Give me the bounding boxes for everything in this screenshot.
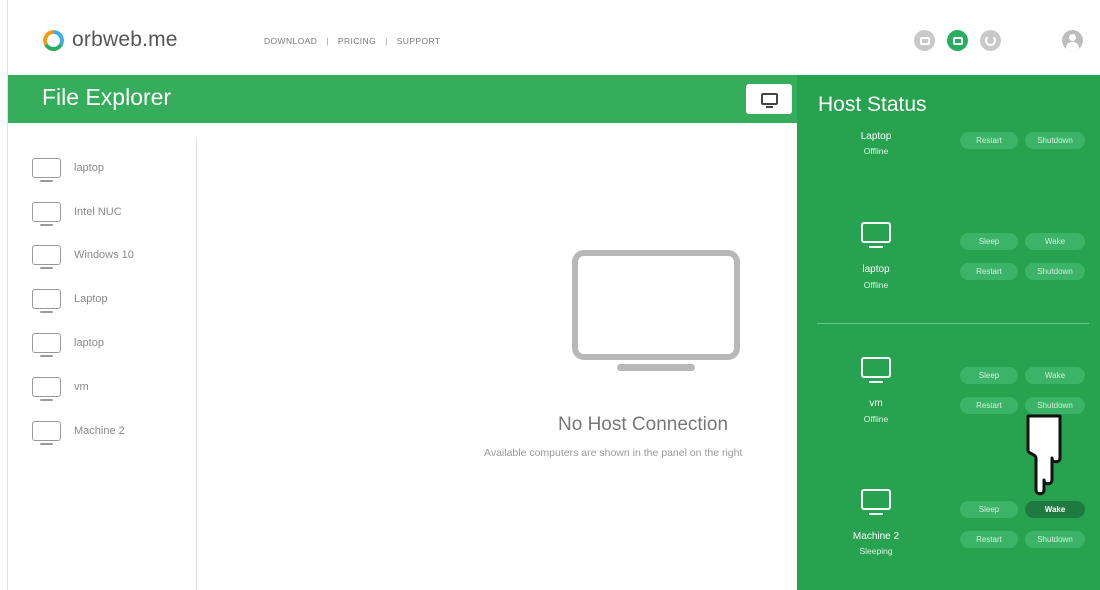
large-monitor-icon — [572, 250, 740, 360]
shutdown-button[interactable]: Shutdown — [1025, 263, 1085, 280]
host-name: Machine 2 — [852, 531, 900, 542]
host-status: Offline — [863, 146, 889, 156]
host-name: vm — [869, 398, 883, 409]
host-label: Windows 10 — [74, 249, 134, 261]
shutdown-button[interactable]: Shutdown — [1025, 132, 1085, 149]
top-nav: DOWNLOAD | PRICING | SUPPORT — [264, 36, 440, 46]
host-status-toggle-button[interactable] — [746, 84, 792, 114]
host-label: laptop — [74, 162, 104, 174]
sleep-button[interactable]: Sleep — [960, 501, 1018, 518]
restart-button[interactable]: Restart — [960, 397, 1018, 414]
orbweb-logo-icon — [43, 29, 64, 51]
nav-pricing-link[interactable]: PRICING — [338, 36, 376, 46]
brand-logo[interactable]: orbweb.me — [43, 28, 178, 52]
wake-button[interactable]: Wake — [1025, 501, 1085, 518]
monitor-icon — [32, 245, 61, 269]
monitor-icon — [861, 357, 891, 383]
sleep-button[interactable]: Sleep — [960, 233, 1018, 250]
wake-button[interactable]: Wake — [1025, 233, 1085, 250]
settings-icon[interactable] — [980, 30, 1001, 51]
user-icon[interactable] — [1062, 30, 1083, 51]
monitor-icon — [32, 333, 61, 357]
restart-button[interactable]: Restart — [960, 132, 1018, 149]
restart-button[interactable]: Restart — [960, 531, 1018, 548]
restart-button[interactable]: Restart — [960, 263, 1018, 280]
brand-name: orbweb.me — [72, 28, 178, 51]
monitor-icon — [32, 289, 61, 313]
shutdown-button[interactable]: Shutdown — [1025, 397, 1085, 414]
sleep-button[interactable]: Sleep — [960, 367, 1018, 384]
host-status: Offline — [863, 414, 889, 424]
top-bar: orbweb.me DOWNLOAD | PRICING | SUPPORT — [8, 0, 1100, 75]
panel-title: Host Status — [818, 93, 927, 116]
host-label: Machine 2 — [74, 425, 125, 437]
nav-separator: | — [385, 36, 388, 46]
empty-state-title: No Host Connection — [558, 414, 729, 435]
sidebar-host-item[interactable]: laptop — [32, 333, 104, 357]
sidebar-host-item[interactable]: vm — [32, 377, 89, 401]
empty-state-subtitle: Available computers are shown in the pan… — [484, 447, 743, 459]
host-status: Sleeping — [859, 546, 893, 556]
host-label: vm — [74, 381, 89, 393]
file-explorer-icon[interactable] — [947, 30, 968, 51]
sidebar-host-item[interactable]: Machine 2 — [32, 421, 125, 445]
sidebar-host-item[interactable]: Windows 10 — [32, 245, 134, 269]
shutdown-button[interactable]: Shutdown — [1025, 531, 1085, 548]
wake-button[interactable]: Wake — [1025, 367, 1085, 384]
app-switcher — [914, 30, 1013, 51]
sidebar-host-item[interactable]: laptop — [32, 158, 104, 182]
host-label: Intel NUC — [74, 206, 122, 218]
monitor-icon — [32, 377, 61, 401]
monitor-stand — [617, 364, 695, 371]
monitor-icon — [32, 202, 61, 226]
host-name: Laptop — [860, 131, 892, 142]
nav-support-link[interactable]: SUPPORT — [397, 36, 441, 46]
monitor-icon — [32, 421, 61, 445]
remote-desktop-icon[interactable] — [914, 30, 935, 51]
monitor-icon — [32, 158, 61, 182]
monitor-icon — [760, 93, 778, 108]
page-title: File Explorer — [42, 84, 172, 110]
sidebar-divider — [196, 138, 197, 590]
monitor-icon — [861, 222, 891, 248]
monitor-icon — [861, 489, 891, 515]
host-status-panel: Host Status Laptop Offline Restart Shutd… — [797, 75, 1100, 590]
host-label: Laptop — [74, 293, 108, 305]
nav-separator: | — [326, 36, 329, 46]
nav-download-link[interactable]: DOWNLOAD — [264, 36, 317, 46]
sidebar-host-item[interactable]: Laptop — [32, 289, 108, 313]
hand-pointer-icon — [1026, 414, 1062, 496]
panel-divider — [817, 323, 1089, 324]
host-label: laptop — [74, 337, 104, 349]
host-status: Offline — [863, 280, 889, 290]
sidebar-host-item[interactable]: Intel NUC — [32, 202, 122, 226]
host-name: laptop — [862, 264, 890, 275]
